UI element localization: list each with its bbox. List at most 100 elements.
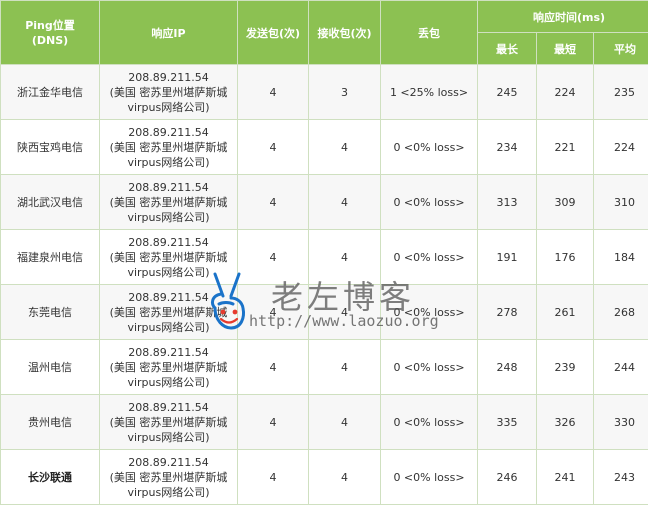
cell-ip: 208.89.211.54 (美国 密苏里州堪萨斯城 virpus网络公司) <box>99 64 238 120</box>
ip-line-ip: 208.89.211.54 <box>128 70 209 84</box>
cell-max: 248 <box>477 339 537 395</box>
table-row: 东莞电信 208.89.211.54 (美国 密苏里州堪萨斯城 virpus网络公司)… <box>0 284 648 340</box>
table-row: 长沙联通 208.89.211.54 (美国 密苏里州堪萨斯城 virpus网络公司)… <box>0 449 648 505</box>
col-max-header: 最长 <box>477 32 537 65</box>
ip-line-geo: (美国 密苏里州堪萨斯城 <box>109 250 228 264</box>
ip-line-isp: virpus网络公司) <box>127 320 210 334</box>
table-row: 贵州电信 208.89.211.54 (美国 密苏里州堪萨斯城 virpus网络公司)… <box>0 394 648 450</box>
cell-recv: 4 <box>308 394 381 450</box>
table-row: 福建泉州电信 208.89.211.54 (美国 密苏里州堪萨斯城 virpus网络公… <box>0 229 648 285</box>
cell-sent: 4 <box>237 394 309 450</box>
cell-recv: 4 <box>308 119 381 175</box>
cell-recv: 3 <box>308 64 381 120</box>
cell-loss: 0 <0% loss> <box>380 174 478 230</box>
cell-ip: 208.89.211.54 (美国 密苏里州堪萨斯城 virpus网络公司) <box>99 174 238 230</box>
cell-min: 261 <box>536 284 594 340</box>
ip-line-geo: (美国 密苏里州堪萨斯城 <box>109 85 228 99</box>
ip-line-isp: virpus网络公司) <box>127 485 210 499</box>
cell-location: 福建泉州电信 <box>0 229 100 285</box>
cell-min: 239 <box>536 339 594 395</box>
cell-sent: 4 <box>237 64 309 120</box>
ip-line-isp: virpus网络公司) <box>127 210 210 224</box>
page: Ping位置 (DNS) 响应IP 发送包(次) 接收包(次) 丢包 响应时间(… <box>0 0 648 507</box>
cell-location: 贵州电信 <box>0 394 100 450</box>
cell-location: 陕西宝鸡电信 <box>0 119 100 175</box>
ip-line-isp: virpus网络公司) <box>127 375 210 389</box>
ip-line-isp: virpus网络公司) <box>127 265 210 279</box>
cell-max: 335 <box>477 394 537 450</box>
cell-loss: 0 <0% loss> <box>380 449 478 505</box>
cell-max: 234 <box>477 119 537 175</box>
cell-max: 246 <box>477 449 537 505</box>
cell-avg: 310 <box>592 174 648 230</box>
cell-avg: 268 <box>592 284 648 340</box>
cell-min: 241 <box>536 449 594 505</box>
cell-location: 湖北武汉电信 <box>0 174 100 230</box>
ip-line-ip: 208.89.211.54 <box>128 345 209 359</box>
cell-recv: 4 <box>308 174 381 230</box>
cell-loss: 1 <25% loss> <box>380 64 478 120</box>
ip-line-ip: 208.89.211.54 <box>128 125 209 139</box>
cell-avg: 243 <box>592 449 648 505</box>
cell-min: 309 <box>536 174 594 230</box>
cell-location: 浙江金华电信 <box>0 64 100 120</box>
col-location-sub: (DNS) <box>31 33 69 47</box>
table-row: 湖北武汉电信 208.89.211.54 (美国 密苏里州堪萨斯城 virpus网络公… <box>0 174 648 230</box>
ip-line-ip: 208.89.211.54 <box>128 455 209 469</box>
cell-ip: 208.89.211.54 (美国 密苏里州堪萨斯城 virpus网络公司) <box>99 339 238 395</box>
cell-loss: 0 <0% loss> <box>380 394 478 450</box>
cell-max: 313 <box>477 174 537 230</box>
cell-location: 长沙联通 <box>0 449 100 505</box>
cell-location: 温州电信 <box>0 339 100 395</box>
col-resp-header: 响应时间(ms) <box>476 0 648 33</box>
cell-sent: 4 <box>237 229 309 285</box>
col-recv-header: 接收包(次) <box>308 0 381 65</box>
cell-loss: 0 <0% loss> <box>380 284 478 340</box>
cell-loss: 0 <0% loss> <box>380 229 478 285</box>
cell-recv: 4 <box>308 284 381 340</box>
ip-line-geo: (美国 密苏里州堪萨斯城 <box>109 305 228 319</box>
cell-min: 326 <box>536 394 594 450</box>
ip-line-ip: 208.89.211.54 <box>128 400 209 414</box>
header-row-1: Ping位置 (DNS) 响应IP 发送包(次) 接收包(次) 丢包 响应时间(… <box>0 0 648 65</box>
ip-line-geo: (美国 密苏里州堪萨斯城 <box>109 195 228 209</box>
col-location-header: Ping位置 (DNS) <box>0 0 100 65</box>
cell-avg: 330 <box>592 394 648 450</box>
ip-line-isp: virpus网络公司) <box>127 100 210 114</box>
cell-recv: 4 <box>308 339 381 395</box>
cell-sent: 4 <box>237 339 309 395</box>
ip-line-isp: virpus网络公司) <box>127 155 210 169</box>
cell-ip: 208.89.211.54 (美国 密苏里州堪萨斯城 virpus网络公司) <box>99 284 238 340</box>
cell-min: 221 <box>536 119 594 175</box>
col-ip-header: 响应IP <box>99 0 238 65</box>
ip-line-isp: virpus网络公司) <box>127 430 210 444</box>
cell-recv: 4 <box>308 229 381 285</box>
cell-max: 245 <box>477 64 537 120</box>
cell-sent: 4 <box>237 284 309 340</box>
cell-avg: 224 <box>592 119 648 175</box>
cell-max: 191 <box>477 229 537 285</box>
table-row: 温州电信 208.89.211.54 (美国 密苏里州堪萨斯城 virpus网络公司)… <box>0 339 648 395</box>
cell-ip: 208.89.211.54 (美国 密苏里州堪萨斯城 virpus网络公司) <box>99 394 238 450</box>
col-sent-header: 发送包(次) <box>237 0 309 65</box>
table-body: 浙江金华电信 208.89.211.54 (美国 密苏里州堪萨斯城 virpus网络公… <box>0 64 648 505</box>
cell-min: 224 <box>536 64 594 120</box>
col-min-header: 最短 <box>536 32 594 65</box>
cell-loss: 0 <0% loss> <box>380 119 478 175</box>
col-avg-header: 平均 <box>592 32 648 65</box>
cell-avg: 244 <box>592 339 648 395</box>
ip-line-ip: 208.89.211.54 <box>128 180 209 194</box>
cell-ip: 208.89.211.54 (美国 密苏里州堪萨斯城 virpus网络公司) <box>99 449 238 505</box>
cell-sent: 4 <box>237 174 309 230</box>
cell-sent: 4 <box>237 119 309 175</box>
ip-line-geo: (美国 密苏里州堪萨斯城 <box>109 415 228 429</box>
table-row: 浙江金华电信 208.89.211.54 (美国 密苏里州堪萨斯城 virpus网络公… <box>0 64 648 120</box>
col-loss-header: 丢包 <box>380 0 478 65</box>
cell-max: 278 <box>477 284 537 340</box>
ip-line-geo: (美国 密苏里州堪萨斯城 <box>109 140 228 154</box>
ip-line-geo: (美国 密苏里州堪萨斯城 <box>109 360 228 374</box>
ip-line-geo: (美国 密苏里州堪萨斯城 <box>109 470 228 484</box>
cell-avg: 235 <box>592 64 648 120</box>
cell-loss: 0 <0% loss> <box>380 339 478 395</box>
cell-ip: 208.89.211.54 (美国 密苏里州堪萨斯城 virpus网络公司) <box>99 229 238 285</box>
